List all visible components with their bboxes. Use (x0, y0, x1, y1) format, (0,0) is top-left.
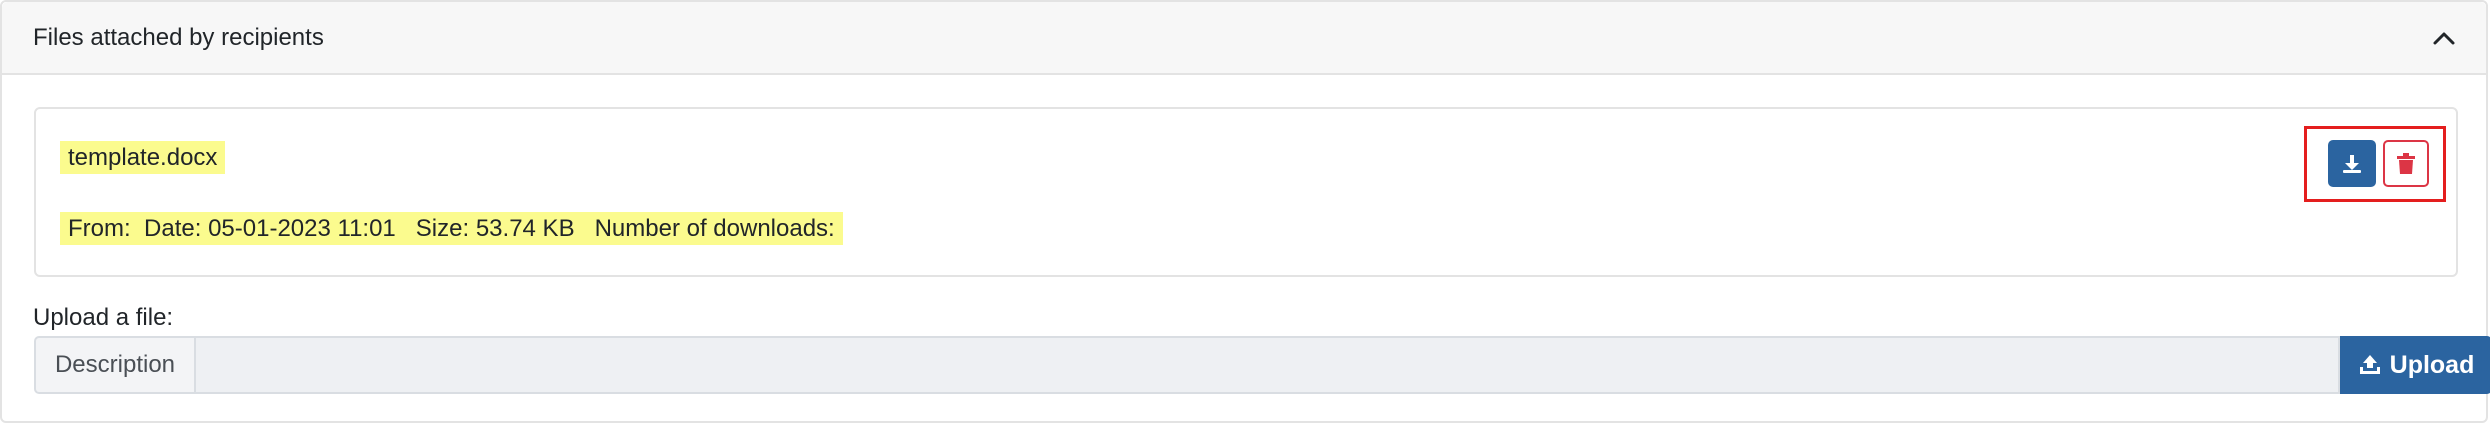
panel-title: Files attached by recipients (33, 24, 324, 51)
from-label: From: (68, 215, 131, 242)
description-addon: Description (34, 336, 194, 394)
chevron-up-icon (2433, 32, 2455, 45)
download-icon (2343, 154, 2361, 173)
upload-label: Upload a file: (33, 304, 174, 331)
collapse-toggle-button[interactable] (2426, 20, 2462, 56)
recipient-files-panel: Files attached by recipients template.do… (0, 0, 2490, 423)
trash-icon (2397, 152, 2415, 174)
file-name-text: template.docx (60, 141, 226, 174)
description-input[interactable] (194, 336, 2340, 394)
upload-button[interactable]: Upload (2340, 336, 2490, 394)
date-value: 05-01-2023 11:01 (208, 215, 396, 242)
panel-header[interactable]: Files attached by recipients (2, 2, 2486, 75)
downloads-label: Number of downloads: (594, 215, 835, 242)
upload-input-group: Description Upload (34, 336, 2490, 394)
date-label: Date: (144, 215, 202, 242)
size-value: 53.74 KB (475, 215, 575, 242)
download-button[interactable] (2328, 140, 2376, 187)
size-label: Size: (415, 215, 470, 242)
upload-button-label: Upload (2389, 350, 2475, 379)
file-meta: From: Date: 05-01-2023 11:01 Size: 53.74… (60, 212, 843, 245)
file-meta-text: From: Date: 05-01-2023 11:01 Size: 53.74… (60, 212, 843, 245)
file-card: template.docx From: Date: 05-01-2023 11:… (34, 107, 2458, 277)
file-name: template.docx (60, 141, 226, 174)
upload-icon (2359, 355, 2380, 374)
delete-button[interactable] (2383, 140, 2429, 187)
